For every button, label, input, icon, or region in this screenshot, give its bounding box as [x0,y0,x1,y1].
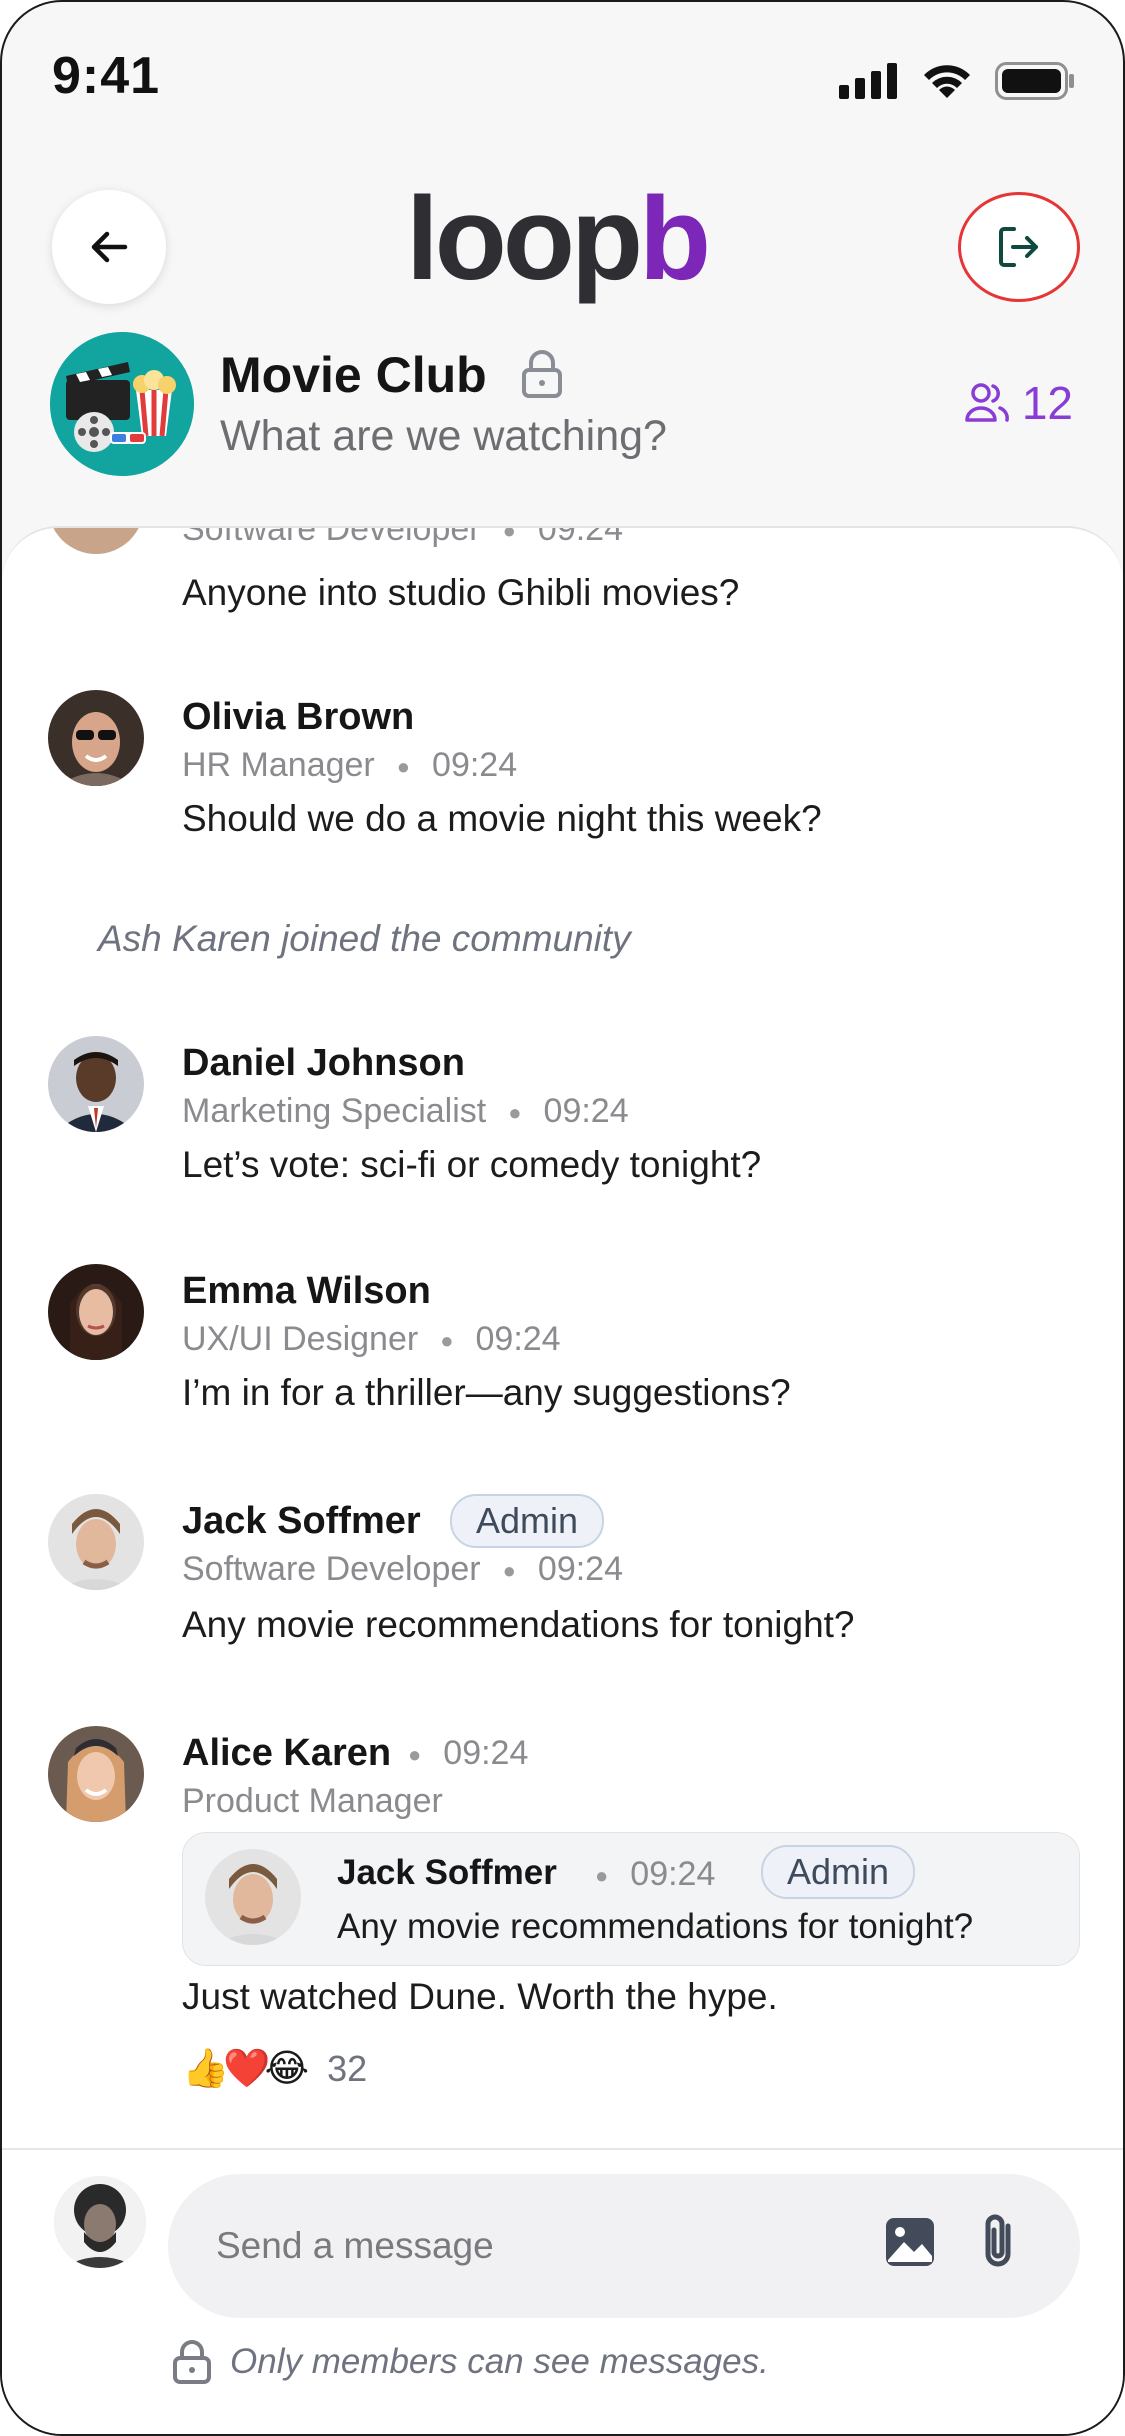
message-meta: Software Developer ● 09:24 [182,1550,623,1589]
group-avatar[interactable] [50,332,194,476]
avatar[interactable] [48,690,144,786]
thumbs-up-emoji[interactable]: 👍 [182,2047,229,2091]
author-role: Product Manager [182,1782,443,1820]
message-time: 09:24 [432,746,518,784]
message-time: 09:24 [543,1092,629,1130]
member-count: 12 [1021,377,1073,429]
message-input[interactable] [168,2174,1080,2318]
avatar-current-user-image [54,2176,146,2268]
avatar-emma-image [48,1264,144,1360]
author-role: Software Developer [182,1550,481,1588]
logo-accent: b [639,173,711,305]
message-meta: Marketing Specialist ● 09:24 [182,1092,629,1131]
avatar-jack-image [48,1494,144,1590]
lock-icon [522,350,562,398]
avatar [205,1849,301,1945]
movie-clapper-icon [50,332,194,476]
back-button[interactable] [52,190,166,304]
message-text: Let’s vote: sci-fi or comedy tonight? [182,1144,762,1185]
admin-badge: Admin [761,1845,916,1899]
reply-text: Any movie recommendations for tonight? [337,1907,974,1946]
message-time: 09:24 [475,1320,561,1358]
author-role: UX/UI Designer [182,1320,419,1358]
author-name[interactable]: Daniel Johnson [182,1042,465,1085]
logo-main: loop [406,173,643,305]
author-name[interactable]: Olivia Brown [182,696,414,739]
separator-dot: ● [396,754,411,780]
message-time: 09:24 [537,526,623,548]
status-bar: 9:41 [2,2,1123,152]
member-count-button[interactable]: 12 [964,376,1073,430]
reply-author: Jack Soffmer [337,1853,557,1892]
battery-icon [995,62,1074,100]
avatar[interactable] [48,1494,144,1590]
message-meta: HR Manager ● 09:24 [182,746,517,785]
reaction-count: 32 [327,2047,368,2089]
lock-icon [173,2340,211,2384]
separator-dot: ● [595,1863,609,1889]
group-name: Movie Club [220,347,487,403]
leave-group-button[interactable] [958,192,1080,302]
members-icon [965,383,1009,422]
message-time: 09:24 [537,1550,623,1588]
avatar[interactable] [48,528,144,554]
avatar-jack-image [205,1849,301,1945]
avatar[interactable] [48,1264,144,1360]
messages-list[interactable]: Software Developer ● 09:24 Anyone into stu… [2,526,1123,2150]
message-time: 09:24 [443,1734,529,1772]
wifi-icon [924,65,970,98]
reactions[interactable]: 👍 ❤️ 😂 32 [182,2046,367,2091]
avatar-daniel-image [48,1036,144,1132]
message-text: Should we do a movie night this week? [182,798,822,839]
privacy-note-text: Only members can see messages. [230,2342,769,2381]
avatar[interactable] [48,1726,144,1822]
reply-meta: ● 09:24 [595,1855,715,1894]
message-text: Any movie recommendations for tonight? [182,1604,855,1645]
message-meta: UX/UI Designer ● 09:24 [182,1320,561,1359]
separator-dot: ● [502,1558,516,1584]
author-role: Marketing Specialist [182,1092,487,1130]
avatar-alice-image [48,1726,144,1822]
author-name[interactable]: Alice Karen [182,1732,391,1775]
author-role: Software Developer [182,526,481,548]
system-message: Ash Karen joined the community [98,918,631,959]
group-description: What are we watching? [220,412,667,460]
message-composer: Only members can see messages. [2,2148,1123,2434]
status-icons [839,62,1075,100]
status-time: 9:41 [52,47,161,105]
author-name[interactable]: Jack Soffmer [182,1500,421,1543]
author-role: HR Manager [182,746,375,784]
avatar[interactable] [48,1036,144,1132]
separator-dot: ● [440,1328,454,1354]
admin-badge: Admin [450,1494,605,1548]
message-text: I’m in for a thriller—any suggestions? [182,1372,791,1413]
signal-icon [839,63,897,99]
phone-frame: 9:41 loopb Movie Club What are we watchi… [0,0,1125,2436]
separator-dot: ● [508,1100,522,1126]
loopb-logo: loopb [406,180,711,300]
quoted-reply[interactable]: Jack Soffmer ● 09:24 Admin Any movie reco… [182,1832,1080,1966]
image-icon[interactable] [884,2216,936,2268]
reply-time: 09:24 [630,1855,716,1893]
privacy-note: Only members can see messages. [172,2340,769,2384]
author-name[interactable]: Emma Wilson [182,1270,431,1313]
message-meta: Software Developer ● 09:24 [182,526,623,549]
current-user-avatar[interactable] [54,2176,146,2268]
laughing-emoji[interactable]: 😂 [265,2046,309,2091]
message-text: Anyone into studio Ghibli movies? [182,572,740,613]
back-arrow-icon [91,231,128,263]
message-text: Just watched Dune. Worth the hype. [182,1976,778,2017]
message-meta-time: ● 09:24 [408,1734,528,1773]
separator-dot: ● [408,1742,422,1768]
attachment-icon[interactable] [978,2212,1018,2272]
leave-icon [999,227,1038,267]
avatar-olivia-image [48,690,144,786]
heart-emoji[interactable]: ❤️ [223,2047,270,2091]
separator-dot: ● [502,526,516,544]
